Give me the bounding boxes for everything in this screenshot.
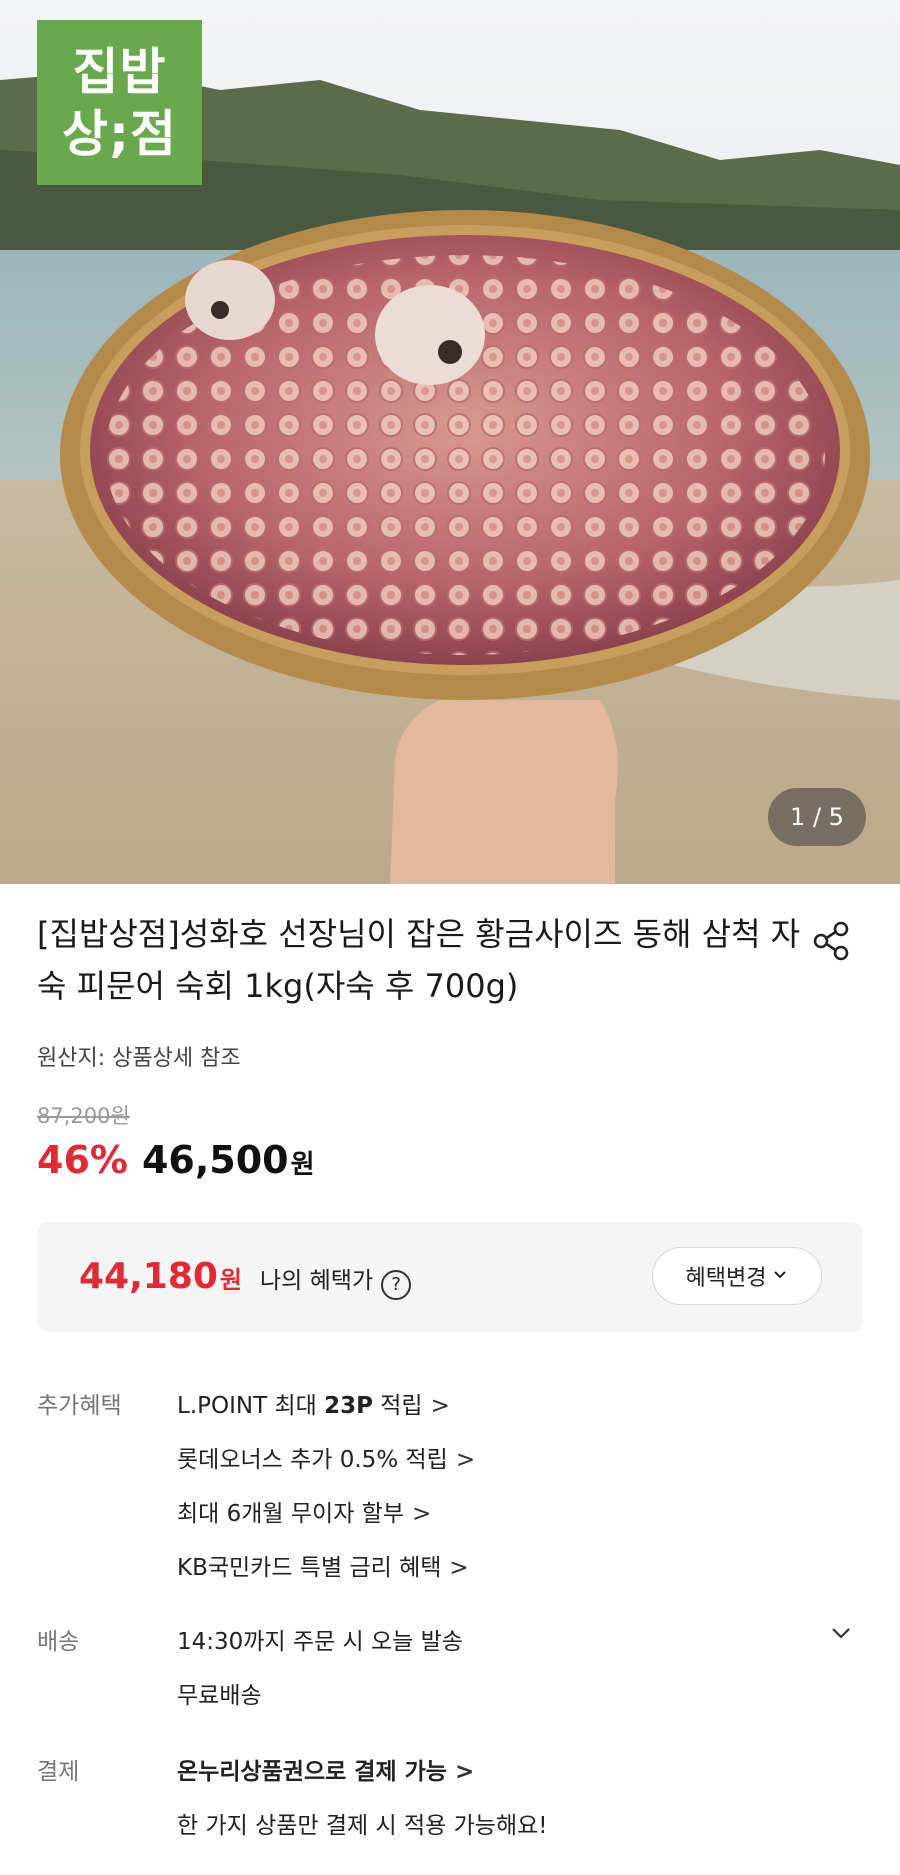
store-logo: 집밥 상;점 <box>37 20 202 185</box>
chevron-right-icon: > <box>412 1501 432 1527</box>
chevron-right-icon: > <box>449 1555 469 1581</box>
benefit-item-lpoint[interactable]: L.POINT 최대 23P 적립 > <box>177 1386 450 1420</box>
origin-info: 원산지: 상품상세 참조 <box>37 1046 241 1071</box>
extra-benefit-label: 추가혜택 <box>37 1393 122 1419</box>
change-benefit-label: 혜택변경 <box>685 1266 767 1291</box>
delivery-schedule: 14:30까지 주문 시 오늘 발송 <box>177 1629 463 1655</box>
product-title: [집밥상점]성화호 선장님이 잡은 황금사이즈 동해 삼척 자숙 피문어 숙회 … <box>37 915 801 1005</box>
question-circle-icon[interactable]: ? <box>381 1269 412 1300</box>
original-price: 87,200원 <box>37 1104 130 1128</box>
chevron-down-icon <box>772 1264 788 1289</box>
delivery-expand-button[interactable] <box>826 1618 856 1648</box>
benefit-item-installment[interactable]: 최대 6개월 무이자 할부 > <box>177 1494 431 1528</box>
logo-line-2: 상;점 <box>62 104 177 163</box>
benefit-price-unit: 원 <box>219 1266 243 1294</box>
benefit-price: 44,180 원 나의 혜택가 ? <box>79 1256 412 1300</box>
image-counter: 1 / 5 <box>768 788 866 846</box>
chevron-right-icon: > <box>430 1393 450 1419</box>
benefit-item-text: KB국민카드 특별 금리 혜택 <box>177 1555 442 1581</box>
payment-note: 한 가지 상품만 결제 시 적용 가능해요! <box>177 1813 548 1839</box>
benefit-item-text: 롯데오너스 추가 0.5% 적립 <box>177 1447 448 1473</box>
benefit-price-box: 44,180 원 나의 혜택가 ? 혜택변경 <box>37 1222 863 1332</box>
benefit-price-value: 44,180 <box>79 1256 218 1297</box>
delivery-label: 배송 <box>37 1629 80 1655</box>
benefit-price-label: 나의 혜택가 <box>260 1268 374 1294</box>
chevron-right-icon: > <box>454 1759 475 1785</box>
benefit-item-kb-card[interactable]: KB국민카드 특별 금리 혜택 > <box>177 1548 469 1582</box>
share-icon <box>813 921 849 961</box>
benefit-item-text: 최대 6개월 무이자 할부 <box>177 1501 405 1527</box>
change-benefit-button[interactable]: 혜택변경 <box>652 1247 822 1305</box>
price-row: 46% 46,500 원 <box>37 1138 315 1188</box>
payment-onnuri[interactable]: 온누리상품권으로 결제 가능 > <box>177 1752 474 1786</box>
payment-label: 결제 <box>37 1759 80 1785</box>
share-button[interactable] <box>808 917 856 965</box>
delivery-fee: 무료배송 <box>177 1683 262 1709</box>
benefit-item-lotte-owners[interactable]: 롯데오너스 추가 0.5% 적립 > <box>177 1440 475 1474</box>
discount-rate: 46% <box>37 1138 128 1182</box>
benefit-item-bold: 23P <box>324 1393 373 1419</box>
payment-onnuri-text: 온누리상품권으로 결제 가능 <box>177 1759 447 1785</box>
benefit-item-suffix: 적립 <box>372 1393 423 1419</box>
sale-price: 46,500 <box>141 1138 289 1182</box>
benefit-item-text: L.POINT 최대 <box>177 1393 325 1419</box>
chevron-right-icon: > <box>455 1447 476 1473</box>
chevron-down-icon <box>832 1628 850 1639</box>
sale-price-unit: 원 <box>290 1150 315 1180</box>
product-image[interactable]: 집밥 상;점 1 / 5 <box>0 0 900 884</box>
logo-line-1: 집밥 <box>72 42 167 101</box>
